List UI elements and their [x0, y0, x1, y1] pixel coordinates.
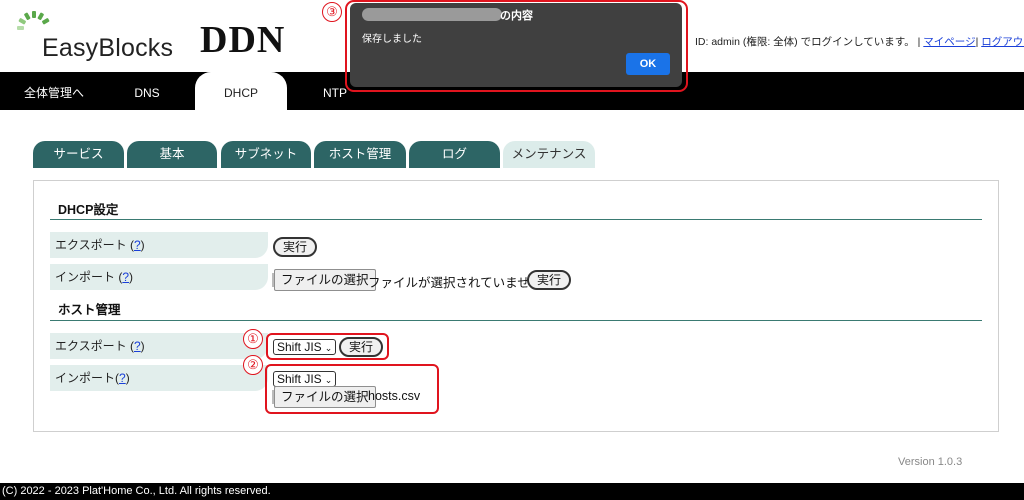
login-status-text: ID: admin (権限: 全体) でログインしています。 |: [695, 36, 924, 48]
dhcp-import-text: インポート (: [55, 270, 123, 284]
footer-copyright: (C) 2022 - 2023 Plat'Home Co., Ltd. All …: [0, 483, 1024, 500]
marker-3: ③: [322, 2, 342, 22]
subtab-log[interactable]: ログ: [409, 141, 500, 168]
marker-2: ②: [243, 355, 263, 375]
dhcp-export-text: エクスポート (: [55, 238, 134, 252]
dhcp-import-file-status: ファイルが選択されていません: [368, 276, 543, 290]
host-import-text: インポート(: [55, 371, 119, 385]
version-label: Version 1.0.3: [898, 456, 963, 468]
redacted-site-name: [362, 8, 502, 21]
dhcp-import-exec-button[interactable]: 実行: [527, 270, 572, 290]
page: EasyBlocks DDN ID: admin (権限: 全体) でログインし…: [0, 0, 1024, 500]
paren-close: ): [140, 339, 145, 353]
maintenance-panel: [33, 180, 999, 432]
highlight-box-2: [265, 364, 439, 414]
host-export-help-link[interactable]: ?: [134, 339, 141, 353]
paren-close: ): [140, 238, 145, 252]
subtab-host-management[interactable]: ホスト管理: [314, 141, 406, 168]
dhcp-export-label: エクスポート (?): [50, 232, 268, 258]
host-section-divider: [50, 320, 982, 321]
subtab-basic[interactable]: 基本: [127, 141, 217, 168]
dialog-ok-button[interactable]: OK: [626, 53, 670, 75]
marker-1: ①: [243, 329, 263, 349]
dhcp-section-divider: [50, 219, 982, 220]
dhcp-export-exec-button[interactable]: 実行: [273, 237, 318, 257]
subtab-service[interactable]: サービス: [33, 141, 124, 168]
highlight-box-1: [266, 333, 389, 360]
nav-tab-overall[interactable]: 全体管理へ: [12, 72, 96, 110]
mypage-link[interactable]: マイページ: [923, 36, 975, 48]
login-info: ID: admin (権限: 全体) でログインしています。 | マイページ| …: [695, 34, 1024, 49]
ddn-brand: DDN: [200, 19, 286, 61]
logout-link[interactable]: ログアウト: [981, 36, 1024, 48]
nav-tab-dhcp[interactable]: DHCP: [195, 72, 287, 110]
host-import-label: インポート(?): [50, 365, 268, 391]
paren-close: ): [129, 270, 134, 284]
host-section-title: ホスト管理: [58, 303, 121, 317]
host-export-text: エクスポート (: [55, 339, 134, 353]
dialog-message: 保存しました: [362, 34, 422, 45]
dhcp-export-help-link[interactable]: ?: [134, 238, 141, 252]
logo-text: EasyBlocks: [42, 34, 174, 62]
dhcp-import-file-button[interactable]: ファイルの選択: [274, 269, 376, 291]
paren-close: ): [125, 371, 130, 385]
host-import-help-link[interactable]: ?: [119, 371, 126, 385]
nav-tab-dns[interactable]: DNS: [110, 72, 184, 110]
host-export-label: エクスポート (?): [50, 333, 268, 359]
dhcp-import-label: インポート (?): [50, 264, 268, 290]
alert-dialog: の内容 保存しました OK: [350, 3, 682, 87]
subtab-maintenance[interactable]: メンテナンス: [503, 141, 595, 168]
easyblocks-logo: EasyBlocks: [16, 10, 176, 62]
dhcp-section-title: DHCP設定: [58, 203, 119, 217]
dialog-title: の内容: [500, 10, 533, 22]
subtab-subnet[interactable]: サブネット: [221, 141, 311, 168]
